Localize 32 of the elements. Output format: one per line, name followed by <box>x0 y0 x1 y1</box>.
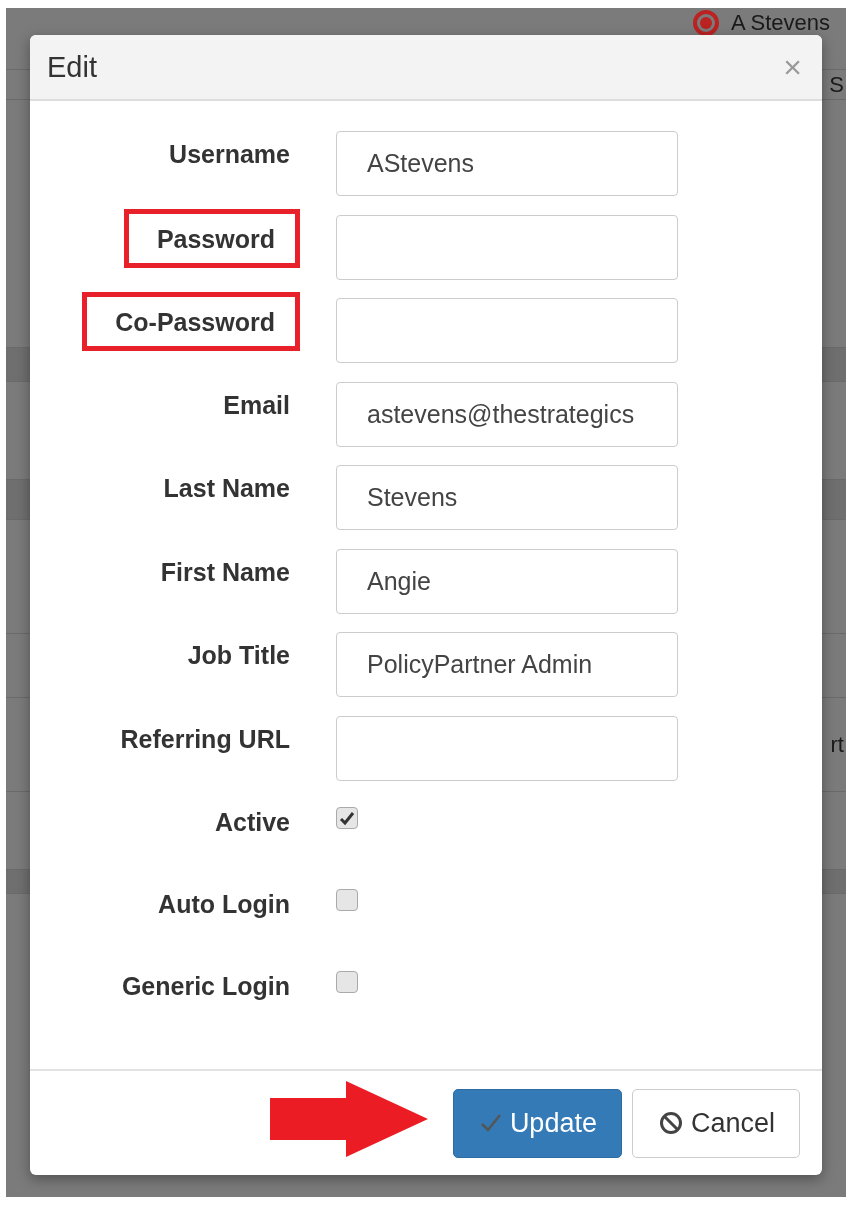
user-name: A Stevens <box>730 10 830 36</box>
page-text: S <box>829 71 845 98</box>
update-button[interactable]: Update <box>452 1088 622 1158</box>
highlighted-label: Password <box>123 208 300 268</box>
field-label: Active <box>214 807 290 837</box>
field-label: Referring URL <box>120 723 290 754</box>
highlighted-label: Co-Password <box>82 292 300 351</box>
field-label: First Name <box>160 556 290 587</box>
checkbox[interactable] <box>336 807 358 829</box>
checkbox[interactable] <box>336 971 358 993</box>
ban-icon <box>658 1111 683 1135</box>
page-text: rt <box>830 731 845 758</box>
field-label: Auto Login <box>158 889 290 919</box>
input-field[interactable]: Angie <box>336 548 678 614</box>
dialog-title: Edit <box>47 50 97 84</box>
field-label: Email <box>223 389 290 420</box>
field-label: Job Title <box>187 640 290 670</box>
input-field[interactable]: AStevens <box>336 131 678 196</box>
field-label: Last Name <box>163 473 290 503</box>
input-field[interactable] <box>336 214 678 280</box>
input-field[interactable] <box>336 715 678 781</box>
input-field[interactable]: PolicyPartner Admin <box>336 632 678 697</box>
checkbox[interactable] <box>336 889 358 911</box>
check-icon <box>479 1113 502 1133</box>
cancel-button[interactable]: Cancel <box>631 1088 800 1158</box>
field-label: Username <box>169 139 290 169</box>
check-icon <box>339 810 355 826</box>
input-field[interactable]: Stevens <box>336 465 678 530</box>
logo-icon <box>692 10 719 36</box>
input-field[interactable]: astevens@thestrategics <box>336 381 678 447</box>
input-field[interactable] <box>336 298 678 363</box>
field-label: Generic Login <box>121 971 290 1001</box>
